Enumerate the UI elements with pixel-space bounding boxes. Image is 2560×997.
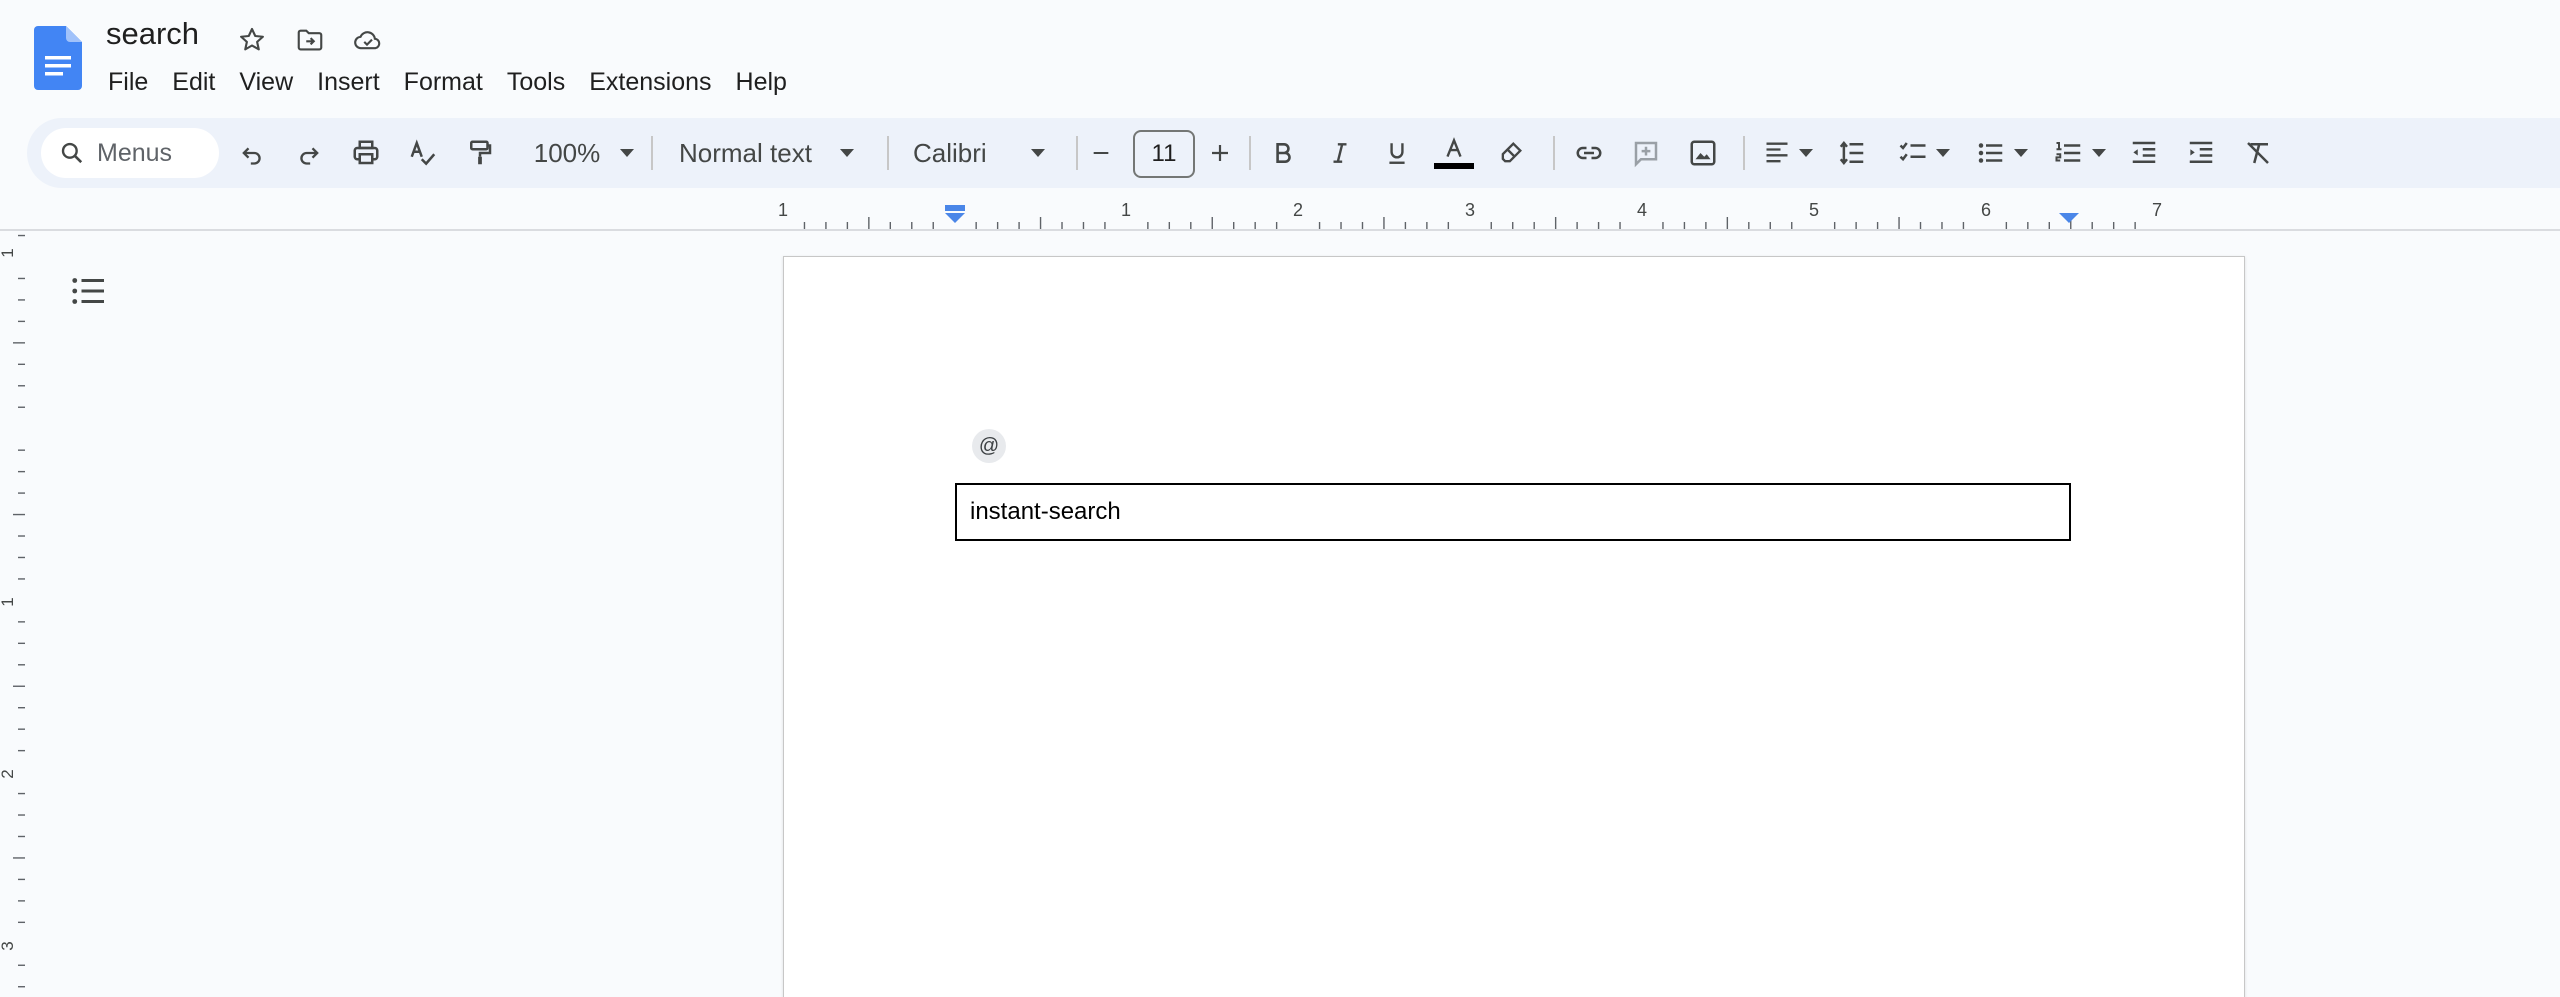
chevron-down-icon	[2092, 149, 2106, 157]
print-icon	[353, 140, 379, 165]
decrease-indent-icon	[2132, 141, 2156, 163]
print-button[interactable]	[342, 129, 390, 177]
paint-roller-icon	[470, 140, 492, 165]
undo-icon	[242, 147, 261, 165]
paint-format-button[interactable]	[456, 129, 504, 177]
table-cell-text: instant-search	[970, 498, 1121, 525]
menu-file[interactable]: File	[96, 64, 160, 101]
insert-image-button[interactable]	[1679, 129, 1727, 177]
vruler-label: 3	[0, 941, 17, 950]
add-comment-icon	[1634, 141, 1658, 168]
redo-button[interactable]	[285, 129, 333, 177]
chevron-down-icon	[2014, 149, 2028, 157]
vertical-ruler[interactable]: 1 1 2 3	[0, 231, 26, 997]
link-icon	[1576, 146, 1602, 160]
align-dropdown-button[interactable]	[1753, 129, 1823, 177]
text-color-icon	[1446, 137, 1462, 158]
vruler-label: 1	[0, 597, 17, 606]
menu-view[interactable]: View	[227, 64, 305, 101]
zoom-dropdown[interactable]: 100%	[519, 129, 649, 177]
ruler-label: 4	[1637, 200, 1647, 220]
paragraph-style-dropdown[interactable]: Normal text	[669, 129, 889, 177]
line-spacing-button[interactable]	[1828, 129, 1876, 177]
font-size-input[interactable]: 11	[1133, 130, 1195, 178]
decrease-indent-button[interactable]	[2120, 129, 2168, 177]
bulleted-list-icon	[1978, 143, 2003, 163]
increase-indent-button[interactable]	[2177, 129, 2225, 177]
smart-chip-at-button[interactable]: @	[972, 429, 1006, 463]
google-docs-logo-icon[interactable]	[34, 26, 82, 90]
plus-icon	[1212, 145, 1228, 161]
chevron-down-icon	[620, 149, 635, 157]
spellcheck-icon	[410, 139, 436, 166]
add-comment-button[interactable]	[1622, 129, 1670, 177]
increase-indent-icon	[2189, 141, 2213, 163]
numbered-list-icon	[2055, 142, 2081, 162]
align-left-icon	[1766, 142, 1788, 163]
checklist-dropdown-button[interactable]	[1889, 129, 1959, 177]
ruler-label: 1	[1121, 200, 1131, 220]
chevron-down-icon	[1936, 149, 1950, 157]
cloud-saved-icon[interactable]	[350, 22, 386, 58]
spelling-grammar-button[interactable]	[399, 129, 447, 177]
image-icon	[1690, 140, 1716, 166]
paragraph-style-value: Normal text	[679, 137, 812, 168]
ruler-label: 6	[1981, 200, 1991, 220]
search-menus-input[interactable]: Menus	[41, 128, 219, 178]
menu-tools[interactable]: Tools	[495, 64, 577, 101]
text-color-button[interactable]	[1430, 129, 1478, 177]
document-title[interactable]: search	[106, 16, 199, 52]
insert-link-button[interactable]	[1565, 129, 1613, 177]
zoom-value: 100%	[533, 137, 601, 168]
minus-icon	[1093, 151, 1109, 155]
italic-button[interactable]	[1316, 129, 1364, 177]
increase-font-size-button[interactable]	[1199, 129, 1241, 177]
italic-icon	[1333, 143, 1347, 163]
star-icon[interactable]	[234, 22, 270, 58]
ruler-label: 3	[1465, 200, 1475, 220]
highlighter-icon	[1501, 142, 1522, 163]
ruler-label: 1	[778, 200, 788, 220]
bold-button[interactable]	[1259, 129, 1307, 177]
document-outline-icon[interactable]	[68, 270, 110, 312]
table-cell[interactable]: instant-search	[955, 483, 2071, 541]
vruler-label: 1	[0, 248, 17, 257]
ruler-label: 5	[1809, 200, 1819, 220]
chevron-down-icon	[839, 149, 854, 157]
menu-help[interactable]: Help	[724, 64, 799, 101]
text-color-swatch	[1434, 163, 1474, 169]
toolbar: Menus 100% Normal text Calibri 11	[27, 118, 2560, 188]
numbered-list-dropdown-button[interactable]	[2045, 129, 2115, 177]
checklist-icon	[1899, 142, 1926, 162]
menu-extensions[interactable]: Extensions	[577, 64, 723, 101]
ruler-label: 2	[1293, 200, 1303, 220]
ruler-label: 7	[2152, 200, 2162, 220]
bold-icon	[1276, 143, 1291, 163]
menubar: File Edit View Insert Format Tools Exten…	[96, 62, 799, 102]
underline-button[interactable]	[1373, 129, 1421, 177]
highlight-color-button[interactable]	[1487, 129, 1535, 177]
font-family-value: Calibri	[913, 137, 987, 168]
menu-edit[interactable]: Edit	[160, 64, 227, 101]
decrease-font-size-button[interactable]	[1080, 129, 1122, 177]
google-docs-window: search File Edit View Insert Format Tool…	[0, 0, 2560, 997]
undo-button[interactable]	[228, 129, 276, 177]
redo-icon	[300, 147, 319, 165]
search-placeholder: Menus	[97, 138, 173, 167]
underline-icon	[1389, 143, 1405, 164]
font-family-dropdown[interactable]: Calibri	[903, 129, 1083, 177]
bulleted-list-dropdown-button[interactable]	[1967, 129, 2037, 177]
chevron-down-icon	[1030, 149, 1045, 157]
line-spacing-icon	[1839, 141, 1864, 165]
search-icon	[59, 140, 85, 166]
menu-insert[interactable]: Insert	[305, 64, 392, 101]
folder-move-icon[interactable]	[292, 22, 328, 58]
chevron-down-icon	[1799, 149, 1813, 157]
document-page[interactable]	[783, 256, 2245, 997]
horizontal-ruler[interactable]: 1 1 2 3 4 5 6 7	[0, 196, 2560, 230]
clear-formatting-icon	[2247, 142, 2269, 164]
vruler-label: 2	[0, 769, 17, 778]
clear-formatting-button[interactable]	[2234, 129, 2282, 177]
menu-format[interactable]: Format	[392, 64, 495, 101]
